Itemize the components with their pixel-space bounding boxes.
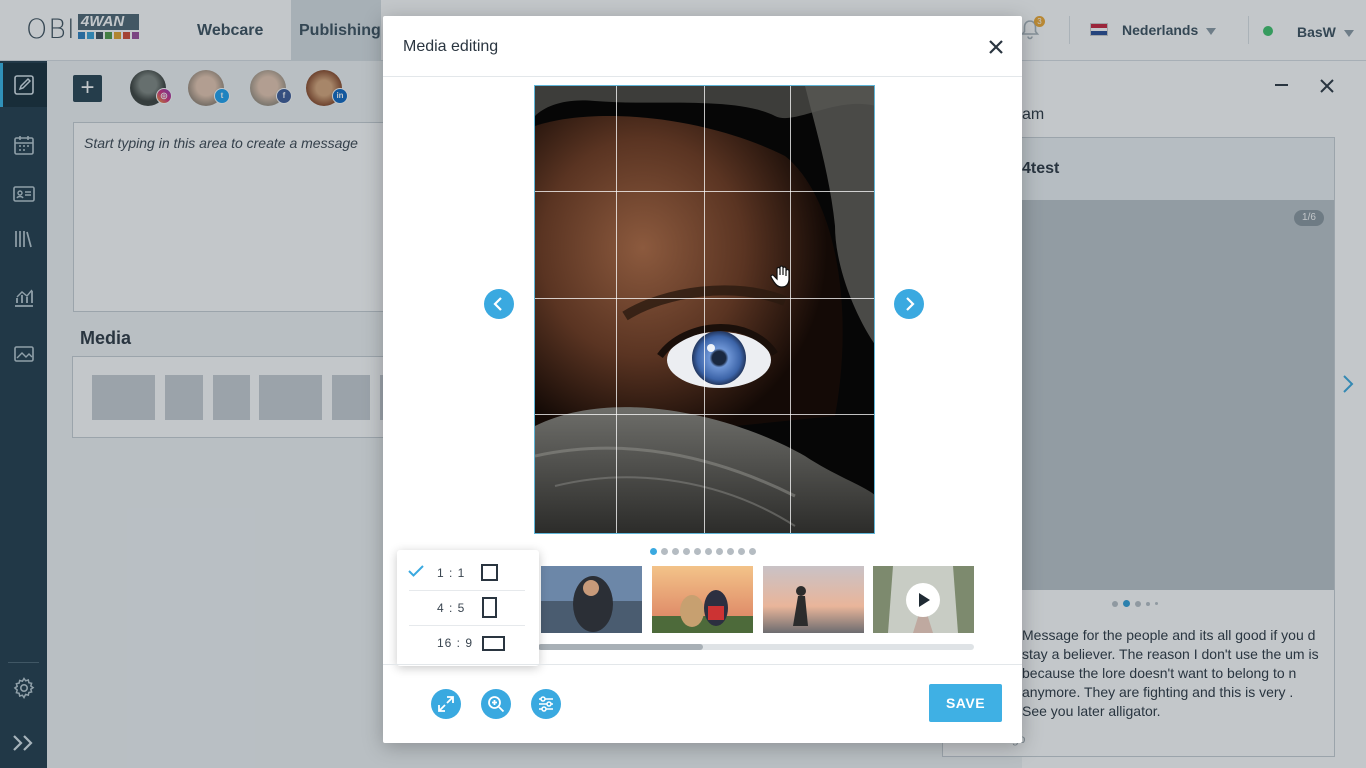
checkmark-icon [408,565,424,577]
ratio-option-1-1[interactable]: 1 : 1 [397,555,539,590]
play-icon[interactable] [906,583,940,617]
dialog-title: Media editing [403,38,499,55]
thumbnail-scrollbar[interactable] [538,644,974,650]
zoom-button[interactable] [481,689,511,719]
crop-button[interactable] [431,689,461,719]
next-image-button[interactable] [894,289,924,319]
thumbnail-4[interactable] [763,566,864,633]
square-ratio-icon [481,564,498,581]
carousel-dot[interactable] [661,548,668,555]
carousel-dot[interactable] [683,548,690,555]
edited-photo [535,86,874,533]
carousel-dot-active[interactable] [650,548,657,555]
media-editing-dialog: Media editing 1: 1 4: 5 16: 9 SAVE [383,16,1022,743]
dialog-header: Media editing [383,16,1022,77]
carousel-dot[interactable] [749,548,756,555]
chevron-left-icon [493,297,502,311]
carousel-dot[interactable] [738,548,745,555]
close-icon[interactable] [987,38,1005,56]
ratio-option-4-5[interactable]: 4 : 5 [397,590,539,625]
crop-area[interactable] [534,85,875,534]
carousel-dot[interactable] [727,548,734,555]
thumbnail-5-video[interactable] [873,566,974,633]
scrollbar-thumb[interactable] [538,644,703,650]
previous-image-button[interactable] [484,289,514,319]
adjust-button[interactable] [531,689,561,719]
save-button[interactable]: SAVE [929,684,1002,722]
portrait-ratio-icon [482,597,497,618]
aspect-ratio-menu: 1 : 1 4 : 5 16 : 9 [397,550,539,666]
hand-cursor-icon [770,265,790,288]
carousel-pagination [650,548,756,555]
ratio-option-16-9[interactable]: 16 : 9 [397,625,539,660]
carousel-dot[interactable] [705,548,712,555]
carousel-dot[interactable] [716,548,723,555]
carousel-dot[interactable] [672,548,679,555]
thumbnail-2[interactable] [541,566,642,633]
crop-icon [438,696,454,712]
carousel-dot[interactable] [694,548,701,555]
adjust-icon [539,696,553,712]
landscape-ratio-icon [482,636,505,651]
zoom-icon [488,696,505,713]
chevron-right-icon [906,297,915,311]
thumbnail-3[interactable] [652,566,753,633]
